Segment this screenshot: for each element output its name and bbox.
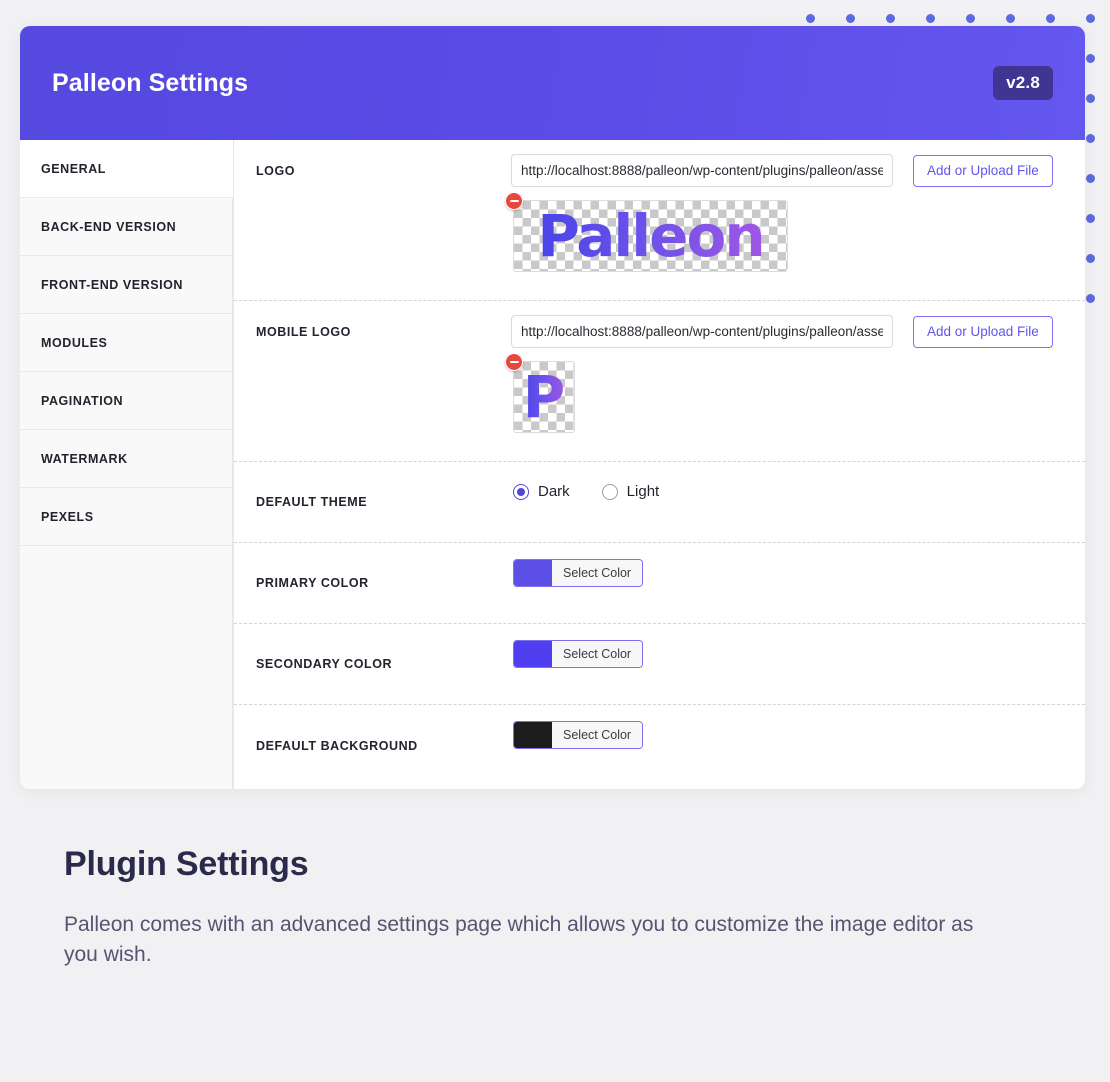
card-header: Palleon Settings v2.8 bbox=[20, 26, 1085, 140]
default-theme-radio-group: Dark Light bbox=[511, 476, 1085, 500]
primary-color-label: PRIMARY COLOR bbox=[256, 576, 369, 590]
logo-url-input[interactable] bbox=[511, 154, 893, 187]
sidebar-filler bbox=[20, 546, 233, 789]
default-background-field: Select Color bbox=[511, 705, 1085, 769]
logo-upload-button[interactable]: Add or Upload File bbox=[913, 154, 1053, 187]
page-title: Palleon Settings bbox=[52, 68, 249, 97]
decorative-dot bbox=[846, 14, 855, 23]
decorative-dot bbox=[1086, 254, 1095, 263]
radio-dot-icon bbox=[601, 483, 618, 500]
radio-label-light: Light bbox=[626, 483, 660, 500]
decorative-dot bbox=[1006, 14, 1015, 23]
setting-row-default-theme: DEFAULT THEME Dark Light bbox=[234, 462, 1085, 543]
decorative-dot bbox=[1046, 14, 1055, 23]
decorative-dot bbox=[926, 14, 935, 23]
mobile-logo-thumbnail-wrap: P bbox=[505, 353, 575, 433]
setting-row-primary-color: PRIMARY COLOR Select Color bbox=[234, 543, 1085, 624]
decorative-dot bbox=[806, 14, 815, 23]
sidebar-item-watermark[interactable]: WATERMARK bbox=[20, 430, 233, 488]
sidebar-item-pagination[interactable]: PAGINATION bbox=[20, 372, 233, 430]
sidebar-item-label: GENERAL bbox=[41, 161, 106, 176]
mobile-logo-upload-button[interactable]: Add or Upload File bbox=[913, 315, 1053, 348]
remove-circle-icon[interactable] bbox=[505, 353, 523, 371]
mobile-logo-thumbnail[interactable]: P bbox=[513, 361, 575, 433]
version-badge: v2.8 bbox=[993, 66, 1053, 100]
primary-color-field: Select Color bbox=[511, 543, 1085, 607]
sidebar-item-modules[interactable]: MODULES bbox=[20, 314, 233, 372]
sidebar-item-label: WATERMARK bbox=[41, 451, 128, 466]
primary-color-picker[interactable]: Select Color bbox=[513, 559, 644, 587]
mobile-logo-url-input[interactable] bbox=[511, 315, 893, 348]
description-body: Palleon comes with an advanced settings … bbox=[64, 913, 974, 967]
description-block: Plugin Settings Palleon comes with an ad… bbox=[64, 845, 1024, 971]
default-background-color-picker[interactable]: Select Color bbox=[513, 721, 644, 749]
secondary-color-picker[interactable]: Select Color bbox=[513, 640, 644, 668]
description-title: Plugin Settings bbox=[64, 845, 309, 883]
secondary-color-label: SECONDARY COLOR bbox=[256, 657, 393, 671]
decorative-dot bbox=[1086, 294, 1095, 303]
logo-field: Add or Upload File Palleon bbox=[505, 140, 1085, 288]
sidebar-item-back-end-version[interactable]: BACK-END VERSION bbox=[20, 198, 233, 256]
radio-option-dark[interactable]: Dark bbox=[513, 483, 570, 500]
radio-label-dark: Dark bbox=[538, 483, 570, 500]
decorative-dot bbox=[1086, 14, 1095, 23]
setting-row-logo: LOGO Add or Upload File Palleon bbox=[234, 140, 1085, 301]
secondary-select-color-button[interactable]: Select Color bbox=[552, 641, 643, 667]
radio-option-light[interactable]: Light bbox=[601, 483, 660, 500]
decorative-dot bbox=[966, 14, 975, 23]
secondary-color-field: Select Color bbox=[511, 624, 1085, 688]
radio-dot-icon bbox=[513, 483, 529, 500]
sidebar-item-label: BACK-END VERSION bbox=[41, 219, 177, 234]
mobile-logo-field: Add or Upload File P bbox=[505, 301, 1085, 449]
setting-row-secondary-color: SECONDARY COLOR Select Color bbox=[234, 624, 1085, 705]
sidebar-item-general[interactable]: GENERAL bbox=[20, 140, 233, 198]
settings-sidebar: GENERAL BACK-END VERSION FRONT-END VERSI… bbox=[20, 140, 234, 789]
logo-thumbnail-wrap: Palleon bbox=[505, 192, 788, 272]
logo-label: LOGO bbox=[256, 164, 296, 178]
setting-row-mobile-logo: MOBILE LOGO Add or Upload File P bbox=[234, 301, 1085, 462]
decorative-dot bbox=[1086, 54, 1095, 63]
mobile-logo-label: MOBILE LOGO bbox=[256, 325, 351, 339]
secondary-color-swatch bbox=[514, 641, 552, 667]
settings-panel: LOGO Add or Upload File Palleon bbox=[234, 140, 1085, 789]
sidebar-item-label: MODULES bbox=[41, 335, 108, 350]
decorative-dot bbox=[1086, 134, 1095, 143]
primary-select-color-button[interactable]: Select Color bbox=[552, 560, 643, 586]
sidebar-item-front-end-version[interactable]: FRONT-END VERSION bbox=[20, 256, 233, 314]
mobile-logo-thumbnail-text: P bbox=[522, 363, 566, 431]
decorative-dot bbox=[886, 14, 895, 23]
sidebar-item-pexels[interactable]: PEXELS bbox=[20, 488, 233, 546]
default-background-color-swatch bbox=[514, 722, 552, 748]
sidebar-item-label: FRONT-END VERSION bbox=[41, 277, 183, 292]
default-theme-label: DEFAULT THEME bbox=[256, 495, 368, 509]
default-background-select-color-button[interactable]: Select Color bbox=[552, 722, 643, 748]
settings-card: Palleon Settings v2.8 GENERAL BACK-END V… bbox=[20, 26, 1085, 789]
default-background-label: DEFAULT BACKGROUND bbox=[256, 738, 418, 753]
remove-circle-icon[interactable] bbox=[505, 192, 523, 210]
card-body: GENERAL BACK-END VERSION FRONT-END VERSI… bbox=[20, 140, 1085, 789]
default-theme-field: Dark Light bbox=[511, 462, 1085, 516]
decorative-dot bbox=[1086, 94, 1095, 103]
setting-row-default-background: DEFAULT BACKGROUND Select Color bbox=[234, 705, 1085, 786]
sidebar-item-label: PEXELS bbox=[41, 509, 94, 524]
decorative-dot bbox=[1086, 214, 1095, 223]
sidebar-item-label: PAGINATION bbox=[41, 393, 124, 408]
logo-thumbnail[interactable]: Palleon bbox=[513, 200, 788, 272]
primary-color-swatch bbox=[514, 560, 552, 586]
logo-thumbnail-text: Palleon bbox=[537, 202, 765, 270]
decorative-dot bbox=[1086, 174, 1095, 183]
